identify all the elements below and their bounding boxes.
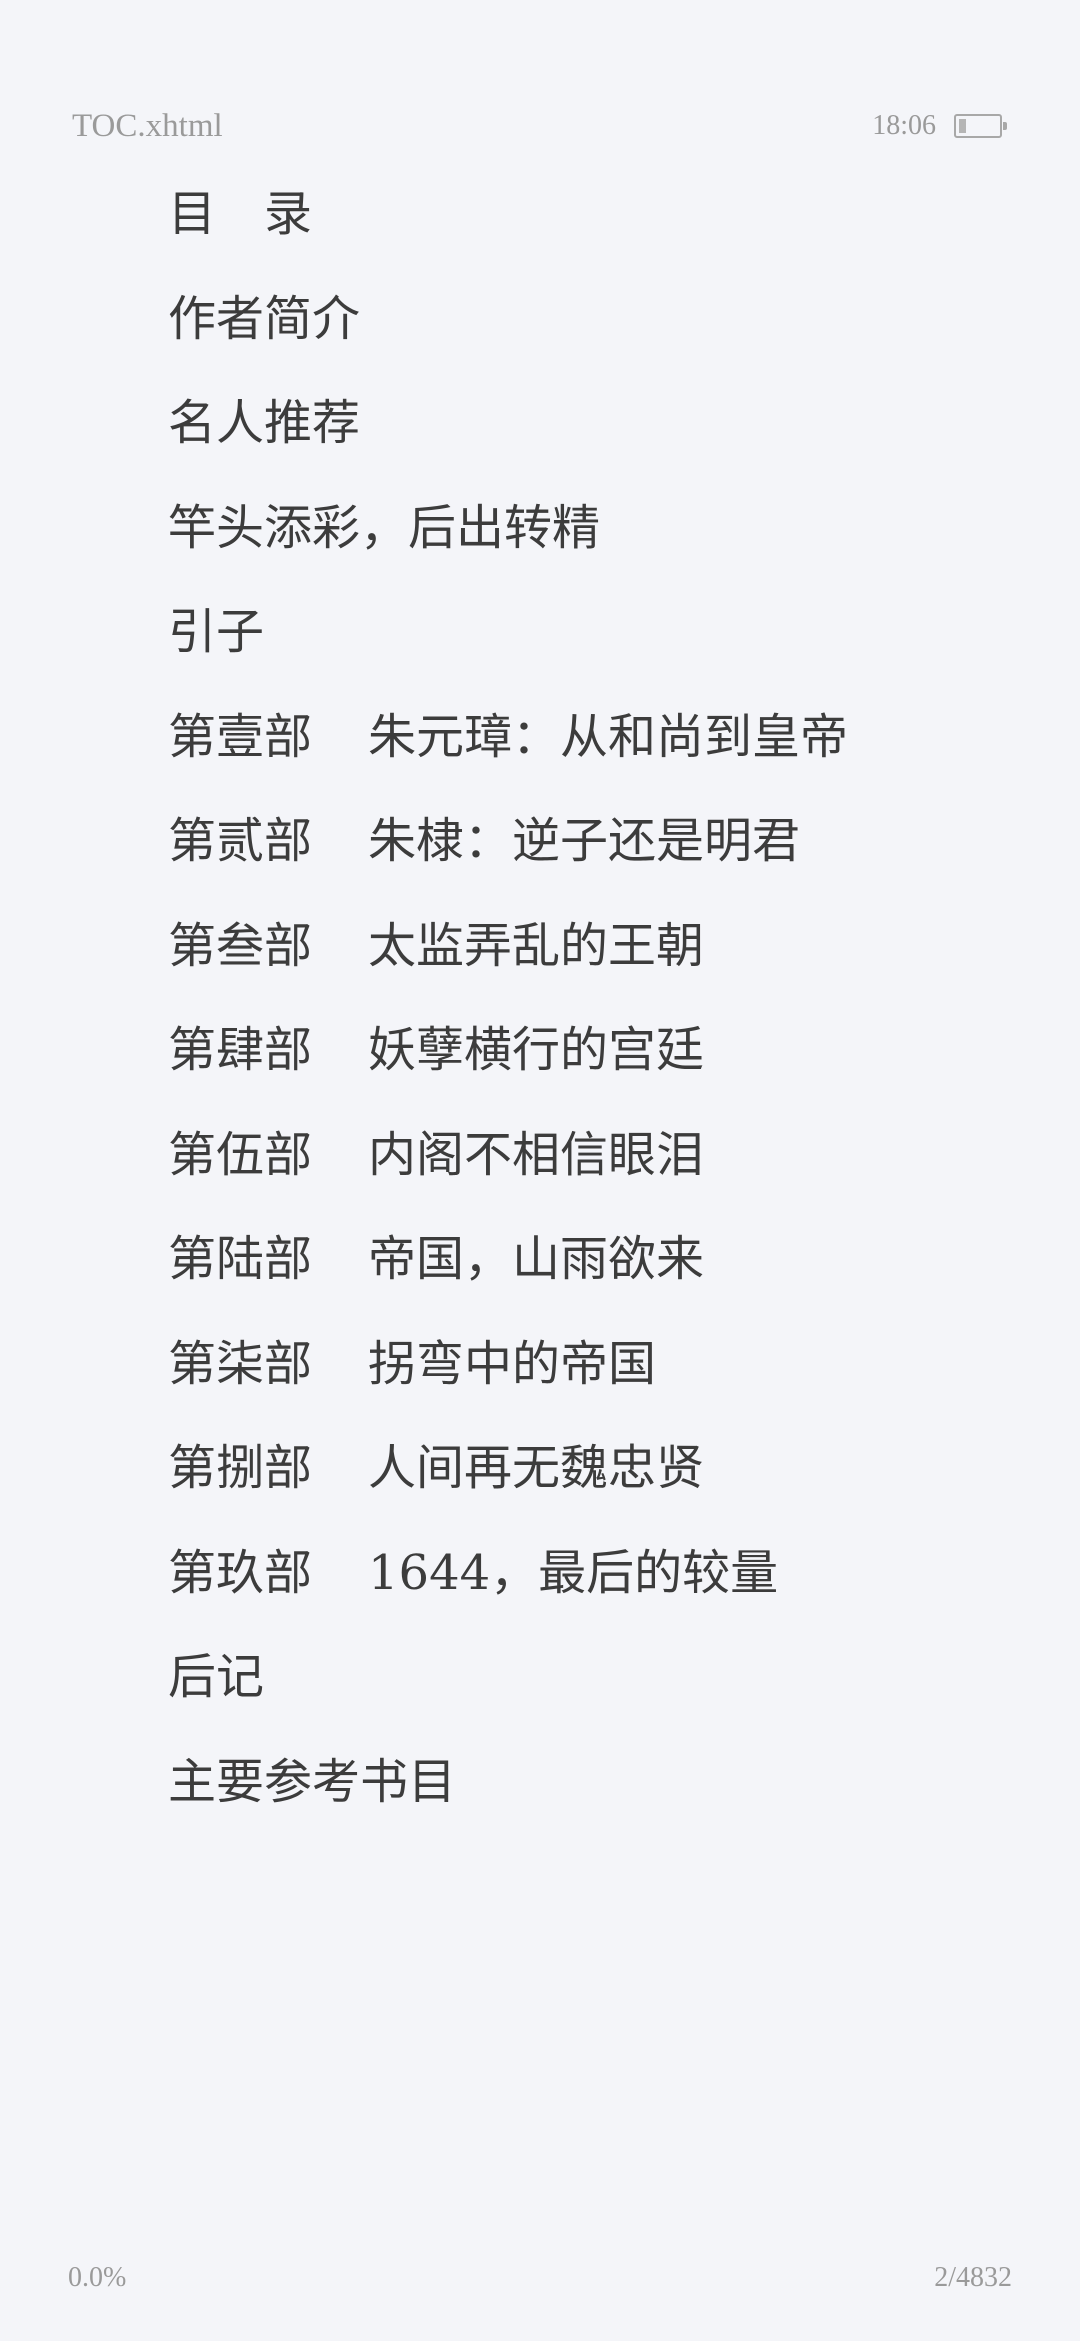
toc-item[interactable]: 后记 (168, 1625, 848, 1730)
status-area: 18:06 (872, 106, 1008, 146)
toc-item-title: 太监弄乱的王朝 (368, 917, 705, 974)
toc-item[interactable]: 引子 (168, 580, 848, 685)
toc-item[interactable]: 名人推荐 (168, 371, 848, 476)
toc-item-title: 作者简介 (168, 290, 361, 347)
toc-item-part: 第柒部 (168, 1335, 313, 1392)
toc-item-part: 第叁部 (168, 917, 313, 974)
toc-item-title: 1644，最后的较量 (368, 1544, 779, 1601)
toc-item-part: 第捌部 (168, 1440, 313, 1496)
page-number: 2/4832 (934, 2262, 1012, 2293)
toc-item-title: 竿头添彩，后出转精 (168, 499, 601, 556)
table-of-contents: 目 录作者简介 名人推荐 竿头添彩，后出转精 引子 第壹部 朱元璋：从和尚到皇帝 第贰部 朱棣… (168, 162, 848, 1834)
toc-item-title: 引子 (168, 604, 265, 660)
toc-item-part: 第贰部 (168, 813, 313, 869)
toc-item[interactable]: 第肆部 妖孽横行的宫廷 (168, 998, 848, 1103)
toc-item-part: 第陆部 (168, 1231, 313, 1287)
toc-item-title: 人间再无魏忠贤 (368, 1440, 705, 1496)
toc-item-part: 第壹部 (168, 708, 313, 765)
toc-item-title: 妖孽横行的宫廷 (368, 1022, 705, 1078)
toc-item[interactable]: 主要参考书目 (168, 1730, 848, 1835)
file-name: TOC.xhtml (72, 108, 223, 144)
battery-icon (954, 114, 1007, 138)
toc-item[interactable]: 竿头添彩，后出转精 (168, 476, 848, 581)
toc-item[interactable]: 第贰部 朱棣：逆子还是明君 (168, 789, 848, 894)
toc-item[interactable]: 第伍部 内阁不相信眼泪 (168, 1103, 848, 1208)
toc-item[interactable]: 第玖部 1644，最后的较量 (168, 1521, 848, 1626)
toc-item-part: 第玖部 (168, 1544, 313, 1601)
toc-item[interactable]: 第柒部 拐弯中的帝国 (168, 1312, 848, 1417)
toc-item[interactable]: 第壹部 朱元璋：从和尚到皇帝 (168, 685, 848, 790)
toc-item-title: 帝国，山雨欲来 (368, 1231, 705, 1287)
reading-progress: 0.0% (68, 2262, 127, 2293)
toc-item-part: 第肆部 (168, 1022, 313, 1078)
toc-item-title: 拐弯中的帝国 (368, 1335, 657, 1392)
toc-item-title: 内阁不相信眼泪 (368, 1126, 705, 1183)
toc-item-title: 名人推荐 (168, 395, 361, 451)
toc-item[interactable]: 第叁部 太监弄乱的王朝 (168, 894, 848, 999)
battery-fill (959, 119, 967, 133)
toc-item[interactable]: 第捌部 人间再无魏忠贤 (168, 1416, 848, 1521)
toc-item-title: 朱元璋：从和尚到皇帝 (368, 708, 849, 765)
clock: 18:06 (872, 110, 936, 141)
toc-item-title: 朱棣：逆子还是明君 (368, 813, 801, 869)
toc-item[interactable]: 目 录 (168, 162, 848, 267)
toc-item-title: 主要参考书目 (168, 1753, 457, 1810)
toc-item[interactable]: 第陆部 帝国，山雨欲来 (168, 1207, 848, 1312)
toc-item-part: 第伍部 (168, 1126, 313, 1183)
toc-item[interactable]: 作者简介 (168, 267, 848, 372)
toc-item-title: 目 录 (168, 186, 313, 242)
toc-item-title: 后记 (168, 1649, 265, 1705)
